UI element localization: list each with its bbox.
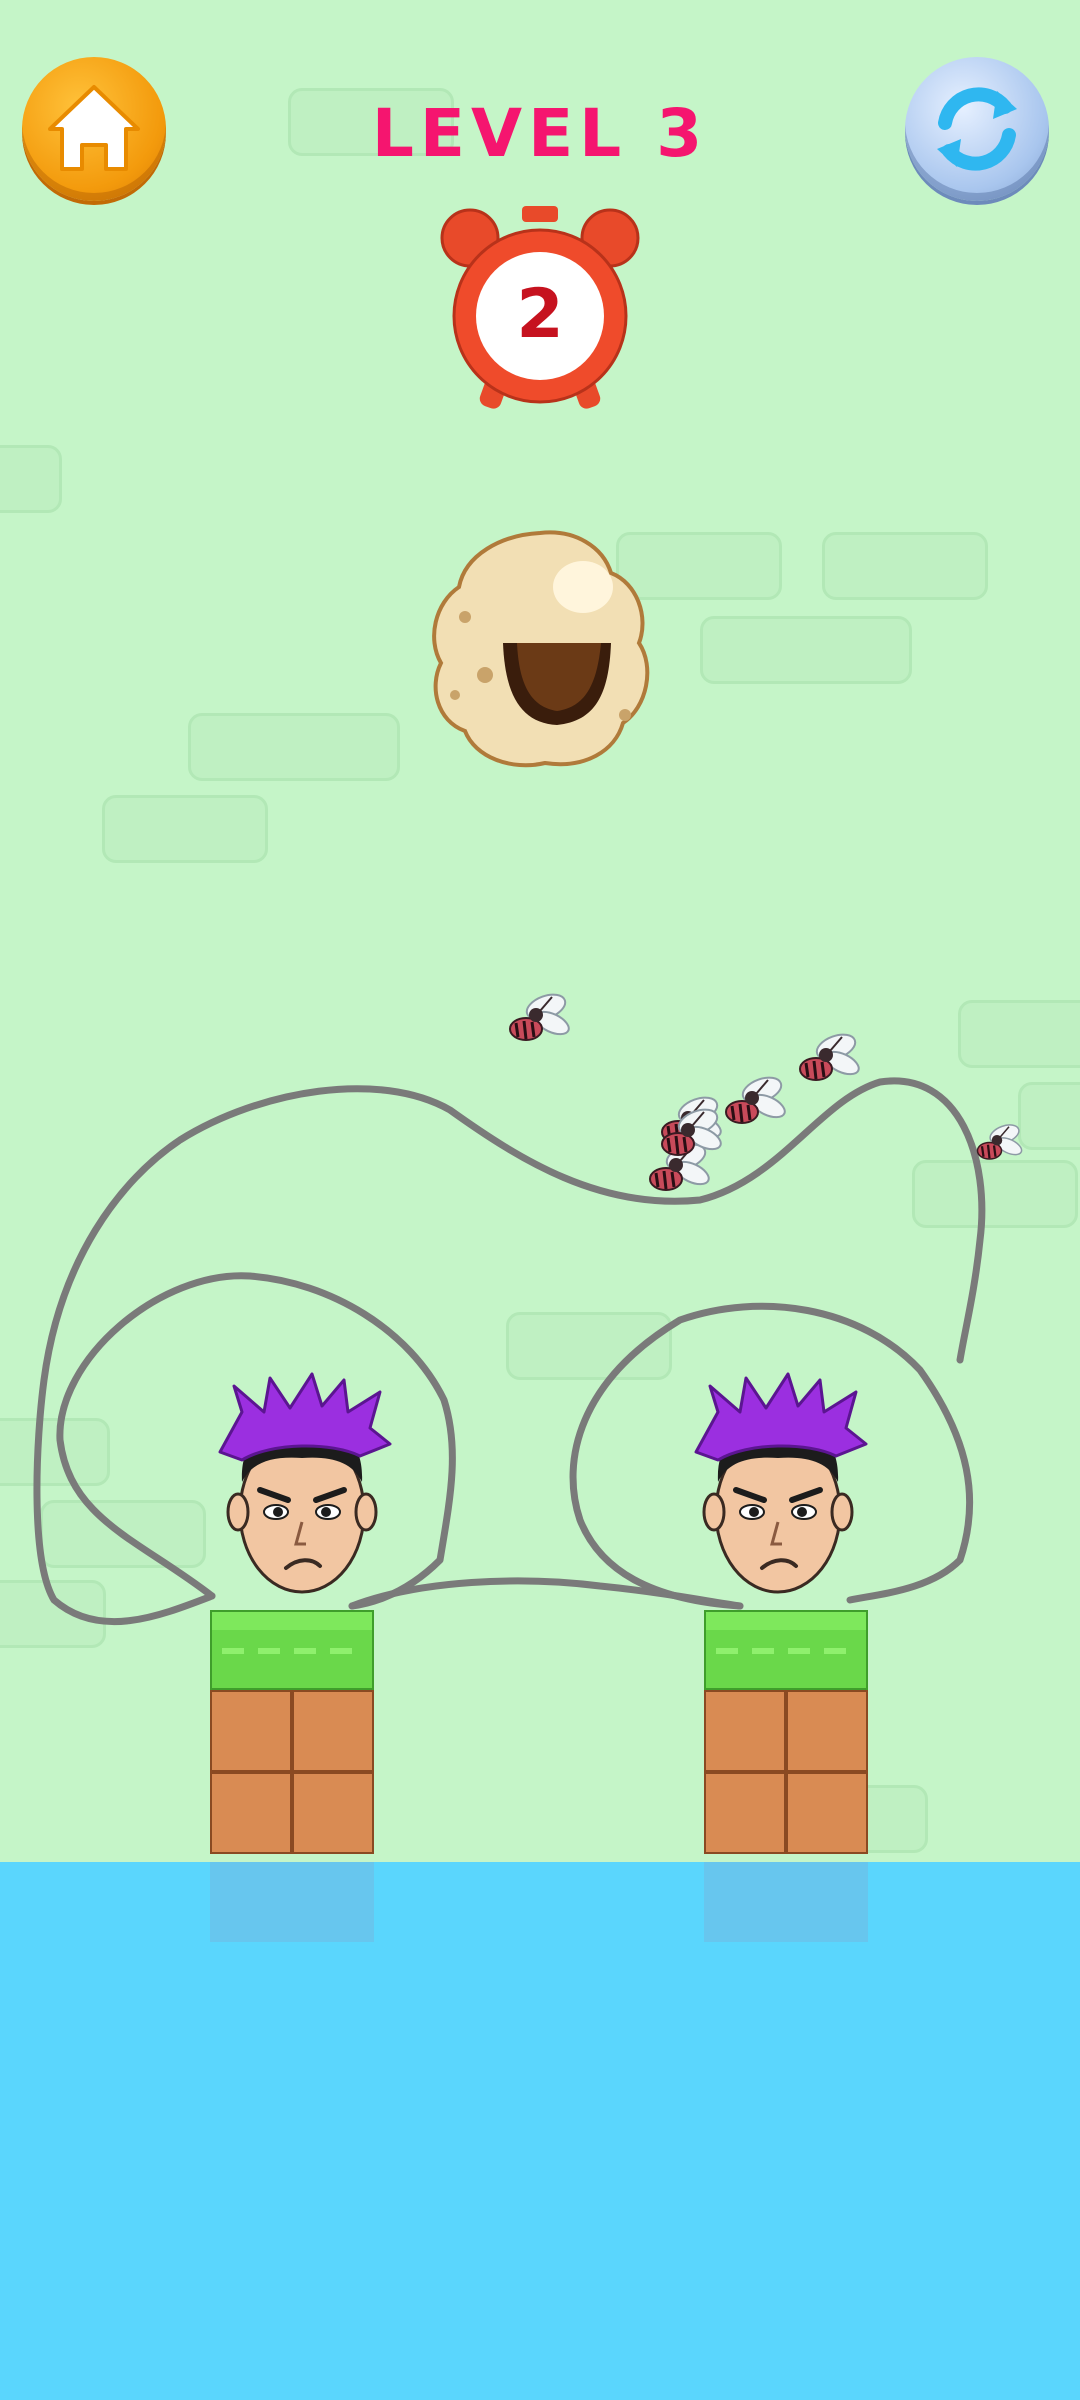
background-brick bbox=[700, 616, 912, 684]
mosquito-enemy bbox=[661, 1108, 722, 1156]
crate-block bbox=[292, 1772, 374, 1854]
crate-block bbox=[210, 1772, 292, 1854]
mosquito-enemy bbox=[799, 1033, 860, 1081]
mosquito-enemy bbox=[509, 993, 570, 1041]
left-player-head bbox=[218, 1372, 392, 1594]
right-pillar bbox=[704, 1610, 868, 1854]
water-hazard bbox=[0, 1862, 1080, 2400]
background-brick bbox=[822, 532, 988, 600]
background-brick bbox=[40, 1500, 206, 1568]
mosquito-enemy bbox=[976, 1124, 1023, 1160]
alarm-clock-timer: 2 bbox=[430, 200, 650, 420]
crate-block bbox=[704, 1772, 786, 1854]
grass-block bbox=[210, 1610, 374, 1690]
background-brick bbox=[958, 1000, 1080, 1068]
background-brick bbox=[506, 1312, 672, 1380]
grass-block bbox=[704, 1610, 868, 1690]
background-brick bbox=[0, 445, 62, 513]
crate-block bbox=[786, 1772, 868, 1854]
crate-block bbox=[292, 1690, 374, 1772]
background-brick bbox=[188, 713, 400, 781]
submerged-pillar bbox=[210, 1862, 374, 1942]
crate-block bbox=[786, 1690, 868, 1772]
refresh-icon bbox=[937, 87, 1017, 171]
timer-value: 2 bbox=[516, 275, 564, 354]
submerged-pillar bbox=[704, 1862, 868, 1942]
left-pillar bbox=[210, 1610, 374, 1854]
right-player-head bbox=[694, 1372, 868, 1594]
background-brick bbox=[0, 1580, 106, 1648]
crate-block bbox=[210, 1690, 292, 1772]
background-brick bbox=[0, 1418, 110, 1486]
background-brick bbox=[102, 795, 268, 863]
beehive bbox=[432, 530, 650, 768]
crate-block bbox=[704, 1690, 786, 1772]
restart-button[interactable] bbox=[905, 57, 1049, 201]
